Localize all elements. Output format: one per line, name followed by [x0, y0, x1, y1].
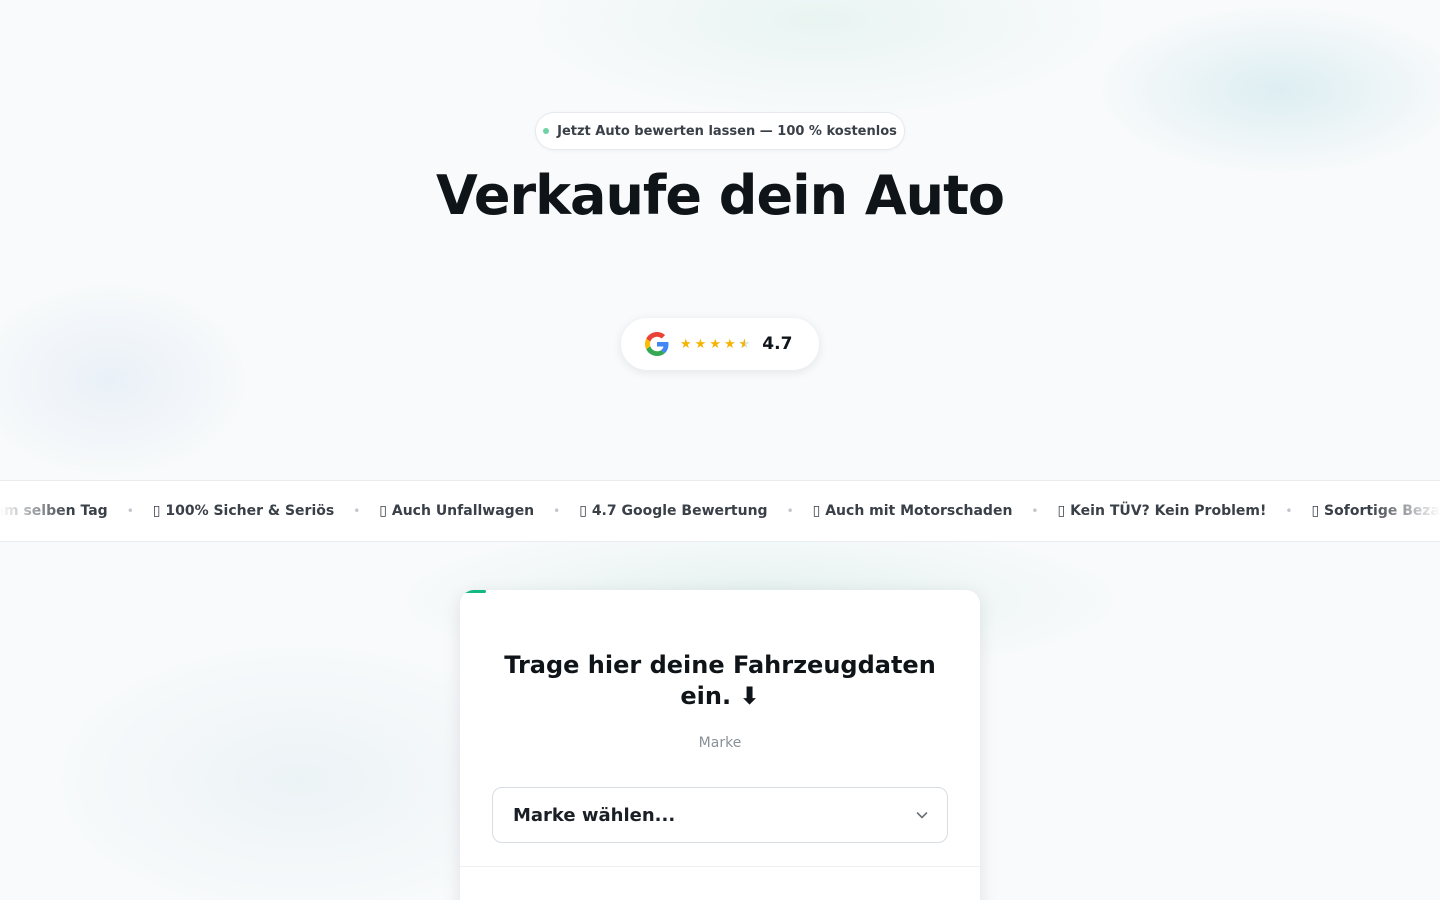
brand-field-label: Marke — [698, 735, 742, 751]
google-icon — [645, 332, 669, 356]
brand-select-value: Marke wählen... — [513, 804, 676, 826]
hero-section: Jetzt Auto bewerten lassen — 100 % koste… — [0, 0, 1440, 480]
benefits-ticker: t am selben Tag • ▯ 100% Sicher & Seriös… — [0, 480, 1440, 542]
vehicle-data-form-card: Trage hier deine Fahrzeugdaten ein. ⬇ Ma… — [460, 590, 980, 900]
star-icon: ★ — [709, 336, 721, 352]
free-valuation-badge-text: Jetzt Auto bewerten lassen — 100 % koste… — [557, 123, 897, 139]
form-title: Trage hier deine Fahrzeugdaten ein. ⬇ — [504, 651, 936, 710]
ticker-separator: • — [1285, 504, 1293, 518]
free-valuation-badge: Jetzt Auto bewerten lassen — 100 % koste… — [535, 112, 905, 150]
ticker-item: ▯ 100% Sicher & Seriös — [152, 503, 335, 519]
ticker-separator: • — [553, 504, 561, 518]
ticker-fade-left — [0, 481, 70, 541]
ticker-item: ▯ Kein TÜV? Kein Problem! — [1057, 503, 1267, 519]
ticker-item: ▯ Auch mit Motorschaden — [812, 503, 1013, 519]
star-icon: ★ — [680, 336, 692, 352]
ticker-separator: • — [1031, 504, 1039, 518]
ticker-item: ▯ Auch Unfallwagen — [379, 503, 535, 519]
star-icon: ★ — [723, 336, 736, 352]
star-icon: ★ — [694, 336, 707, 352]
ticker-separator: • — [353, 504, 361, 518]
form-progress-bar — [460, 590, 486, 593]
ticker-track: t am selben Tag • ▯ 100% Sicher & Seriös… — [0, 481, 1440, 541]
half-star-icon: ★ — [739, 337, 751, 352]
page-title: Verkaufe dein Auto — [436, 164, 1005, 227]
ticker-separator: • — [126, 504, 134, 518]
rating-score: 4.7 — [762, 334, 793, 354]
ticker-item: ▯ 4.7 Google Bewertung — [579, 503, 768, 519]
ticker-fade-right — [1370, 481, 1440, 541]
google-rating-badge[interactable]: ★ ★ ★ ★ ★ 4.7 — [621, 318, 819, 370]
ticker-separator: • — [786, 504, 794, 518]
status-dot — [543, 128, 550, 134]
brand-select[interactable]: Marke wählen... — [492, 787, 948, 843]
card-divider — [460, 866, 980, 867]
chevron-down-icon — [916, 812, 928, 819]
star-rating: ★ ★ ★ ★ ★ — [680, 337, 750, 352]
